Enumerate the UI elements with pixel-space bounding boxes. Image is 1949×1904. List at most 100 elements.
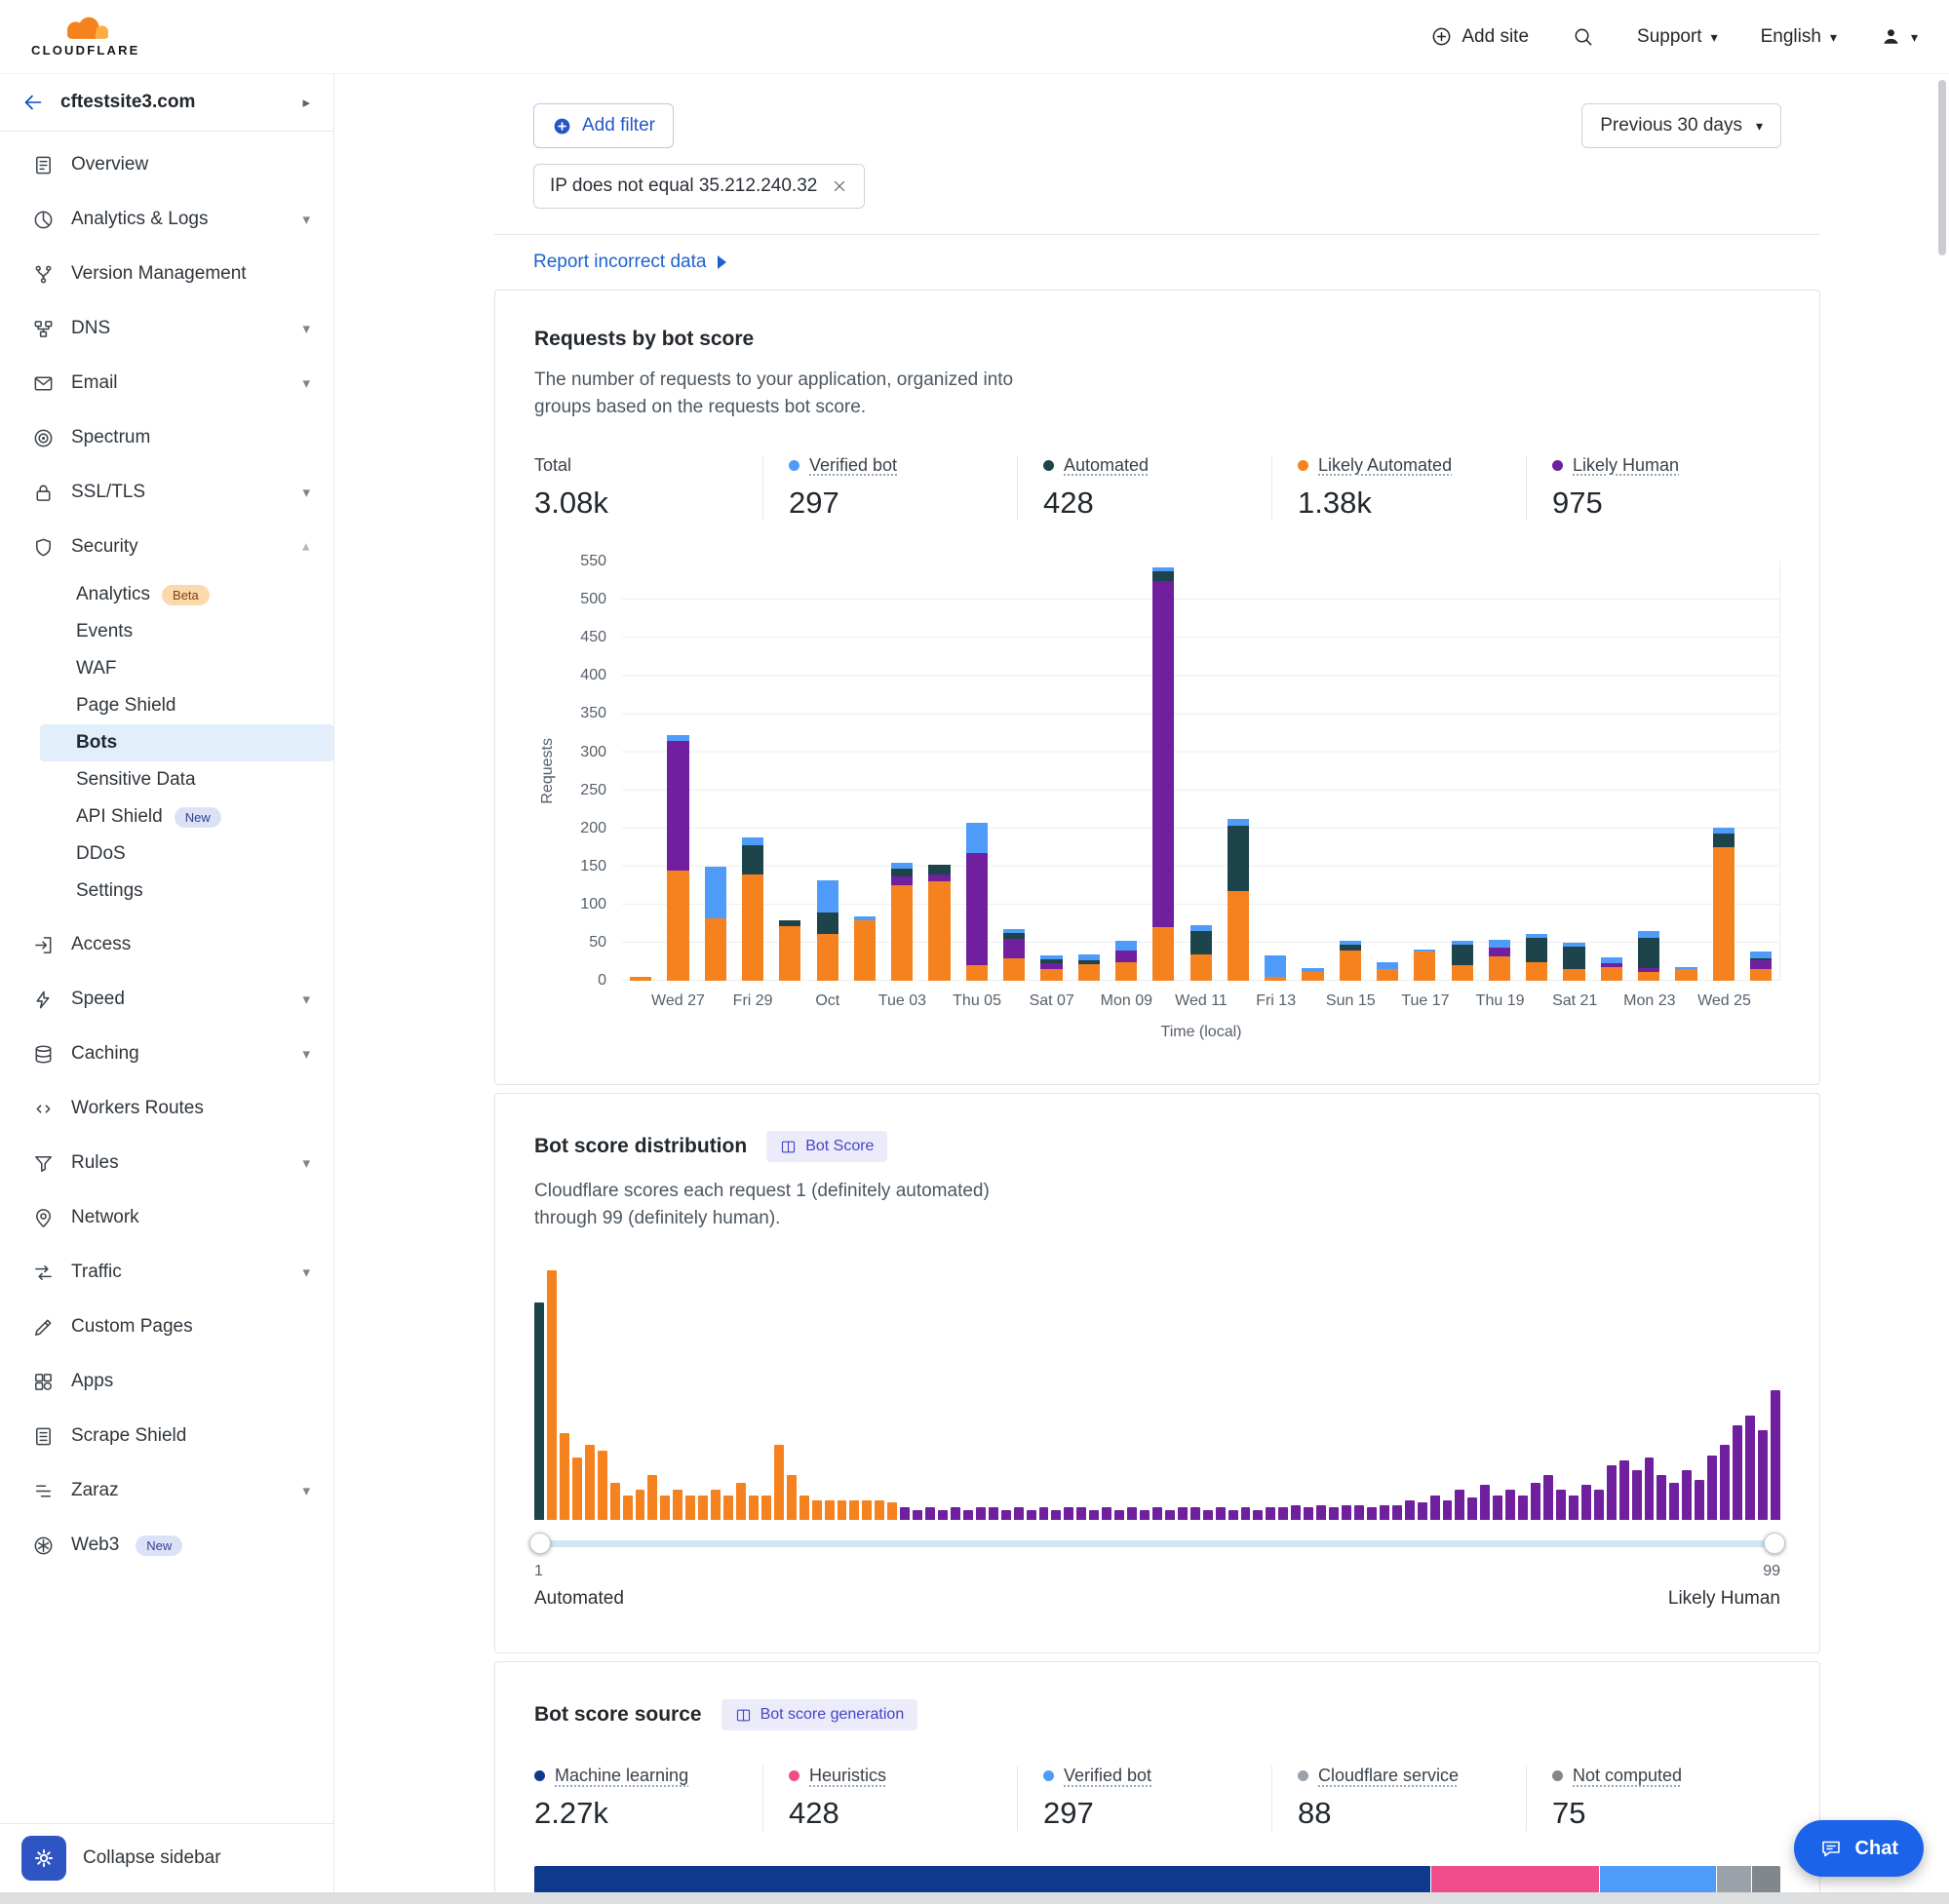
histogram-bar [1543,1475,1553,1520]
sidebar-item-security[interactable]: Security ▾ [0,520,333,574]
sidebar-item-dns[interactable]: DNS▾ [0,301,333,356]
gear-icon[interactable] [21,1836,66,1881]
histogram-bar [1771,1390,1780,1520]
slider-handle-min[interactable] [529,1533,551,1554]
sidebar-item-rules[interactable]: Rules▾ [0,1136,333,1190]
chat-button[interactable]: Chat [1794,1820,1924,1877]
histogram-bar [951,1507,960,1520]
slider-track[interactable] [536,1540,1778,1547]
sidebar-subitem-page-shield[interactable]: Page Shield [0,687,333,724]
filter-chip[interactable]: IP does not equal 35.212.240.32 [533,164,865,209]
bot-score-docs-pill[interactable]: Bot Score [766,1131,887,1162]
sidebar-item-network[interactable]: Network [0,1190,333,1245]
stat-label[interactable]: Verified bot [1064,1766,1151,1786]
histogram-bar [711,1490,721,1520]
sidebar-subitem-bots[interactable]: Bots [40,724,333,761]
cloudflare-logo[interactable]: CLOUDFLARE [31,16,140,58]
source-stats-row: Machine learning 2.27kHeuristics 428Veri… [534,1766,1780,1831]
sidebar-item-traffic[interactable]: Traffic▾ [0,1245,333,1300]
stat-likely-human: Likely Human 975 [1526,455,1780,521]
sidebar-item-apps[interactable]: Apps [0,1354,333,1409]
add-site-button[interactable]: Add site [1430,25,1529,48]
chat-bubble-icon [1819,1837,1843,1860]
zaraz-icon [32,1480,55,1502]
chevron-down-icon: ▾ [302,322,310,336]
sidebar-subitem-api-shield[interactable]: API ShieldNew [0,798,333,835]
workers-icon [32,1098,55,1120]
book-icon [735,1707,752,1724]
sidebar-subitem-settings[interactable]: Settings [0,873,333,910]
sidebar-item-ssl-tls[interactable]: SSL/TLS▾ [0,465,333,520]
sidebar-item-spectrum[interactable]: Spectrum [0,410,333,465]
sidebar-subitem-ddos[interactable]: DDoS [0,835,333,873]
sidebar-subitem-events[interactable]: Events [0,613,333,650]
sidebar-subitem-sensitive-data[interactable]: Sensitive Data [0,761,333,798]
stat-label[interactable]: Verified bot [809,455,897,476]
stat-value: 3.08k [534,486,762,521]
stat-label[interactable]: Not computed [1573,1766,1682,1786]
stat-label[interactable]: Heuristics [809,1766,886,1786]
sidebar-item-caching[interactable]: Caching▾ [0,1027,333,1081]
sidebar-item-version-management[interactable]: Version Management [0,247,333,301]
stat-label[interactable]: Cloudflare service [1318,1766,1459,1786]
date-range-select[interactable]: Previous 30 days ▾ [1581,103,1781,148]
histogram-bar [585,1445,595,1520]
histogram-bar [623,1496,633,1521]
search-button[interactable] [1572,25,1594,48]
sidebar-item-custom-pages[interactable]: Custom Pages [0,1300,333,1354]
sidebar-item-label: Security [71,536,138,558]
stat-label[interactable]: Automated [1064,455,1149,476]
report-row: Report incorrect data [494,235,1820,290]
chevron-down-icon: ▾ [302,992,310,1007]
remove-filter-icon[interactable] [831,177,848,195]
back-button[interactable] [21,91,45,114]
bot-score-source-card: Bot score source Bot score generation Ma… [494,1661,1820,1892]
histogram-bar [976,1507,986,1520]
stat-label[interactable]: Likely Human [1573,455,1679,476]
collapse-sidebar[interactable]: Collapse sidebar [0,1823,333,1892]
analytics-icon [32,209,55,231]
support-menu[interactable]: Support ▾ [1637,26,1718,48]
sidebar-item-workers-routes[interactable]: Workers Routes [0,1081,333,1136]
sidebar-item-label: Rules [71,1152,119,1174]
site-expand-icon[interactable]: ▸ [302,94,310,111]
legend-dot [1043,1770,1054,1781]
badge: Beta [162,585,210,605]
sidebar-subitem-analytics[interactable]: AnalyticsBeta [0,576,333,613]
sidebar-subitem-waf[interactable]: WAF [0,650,333,687]
histogram-bar [1418,1502,1427,1520]
histogram-bar [1682,1470,1692,1520]
histogram-bar [1127,1507,1137,1520]
add-filter-button[interactable]: Add filter [533,103,674,148]
sidebar-item-scrape-shield[interactable]: Scrape Shield [0,1409,333,1463]
histogram-bar [1380,1505,1389,1520]
sidebar-item-zaraz[interactable]: Zaraz▾ [0,1463,333,1518]
sidebar-item-label: Version Management [71,263,247,285]
sidebar-item-email[interactable]: Email▾ [0,356,333,410]
histogram-bar [1278,1507,1288,1520]
stat-label[interactable]: Machine learning [555,1766,688,1786]
report-incorrect-data-link[interactable]: Report incorrect data [533,252,726,273]
histogram-bar [1228,1510,1238,1520]
chevron-up-icon: ▾ [302,540,310,555]
language-menu[interactable]: English ▾ [1761,26,1837,48]
account-menu[interactable]: ▾ [1880,25,1918,48]
histogram-bar [1354,1505,1364,1520]
horizontal-scrollbar[interactable] [0,1892,1949,1904]
sidebar-subitem-label: Settings [76,880,143,902]
sidebar-item-access[interactable]: Access [0,917,333,972]
histogram-bar [1342,1505,1351,1520]
histogram-bar [1619,1460,1629,1520]
bot-score-generation-docs-pill[interactable]: Bot score generation [721,1699,918,1730]
sidebar-item-speed[interactable]: Speed▾ [0,972,333,1027]
sidebar-item-overview[interactable]: Overview [0,137,333,192]
histogram-bar [560,1433,569,1521]
vertical-scrollbar[interactable] [1938,80,1946,255]
slider-handle-max[interactable] [1764,1533,1785,1554]
sidebar-item-web3[interactable]: Web3New [0,1518,333,1573]
stat-label[interactable]: Likely Automated [1318,455,1452,476]
card-title: Bot score source [534,1703,702,1727]
sidebar-item-analytics-logs[interactable]: Analytics & Logs▾ [0,192,333,247]
histogram-bar [1001,1510,1011,1520]
range-max: 99 [1763,1563,1780,1580]
